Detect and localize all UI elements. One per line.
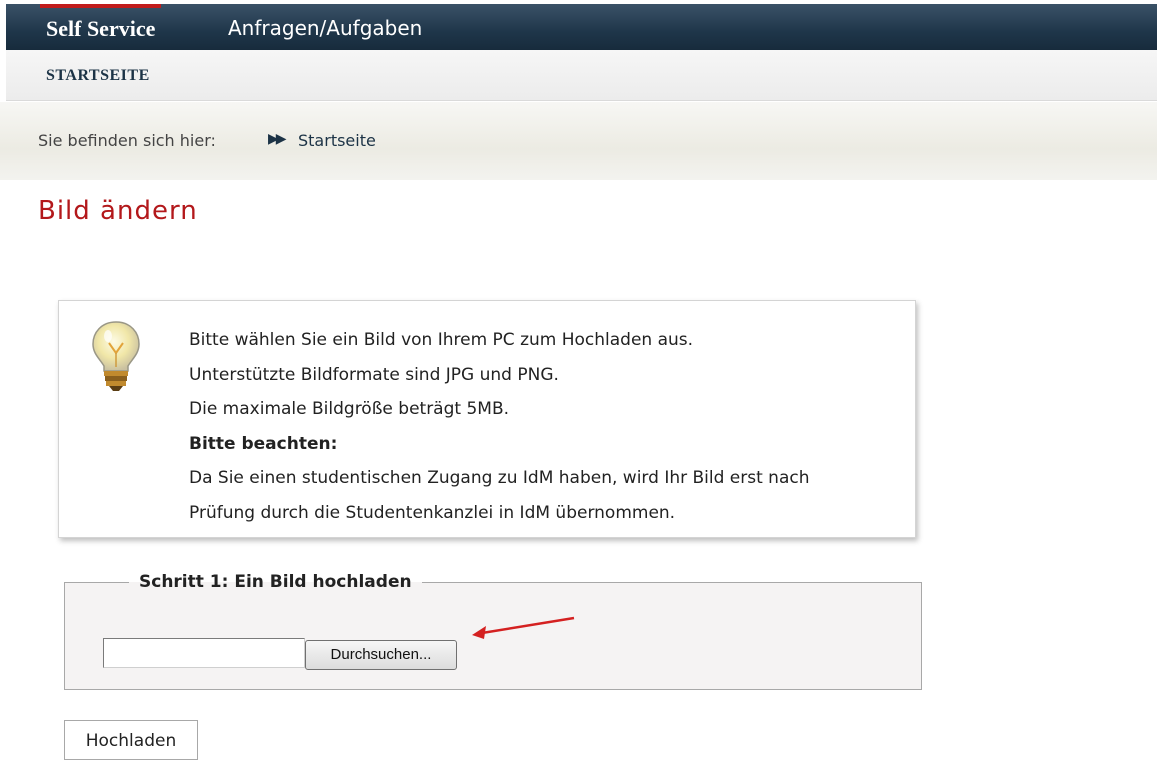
breadcrumb-prefix: Sie befinden sich hier: <box>38 131 216 150</box>
tab-self-service[interactable]: Self Service <box>40 4 162 54</box>
breadcrumb-item-startseite[interactable]: Startseite <box>298 131 376 150</box>
double-chevron-right-icon: ▶▶ <box>268 131 286 147</box>
top-navigation-bar: Self Service Anfragen/Aufgaben <box>6 4 1157 50</box>
annotation-arrow-icon <box>472 616 575 639</box>
upload-button[interactable]: Hochladen <box>64 720 198 760</box>
step-1-legend: Schritt 1: Ein Bild hochladen <box>139 572 412 592</box>
browse-button[interactable]: Durchsuchen... <box>305 640 457 670</box>
page-title: Bild ändern <box>38 196 198 226</box>
file-path-input[interactable] <box>103 638 305 668</box>
notice-line-1: Da Sie einen studentischen Zugang zu IdM… <box>189 468 810 488</box>
info-line-1: Bitte wählen Sie ein Bild von Ihrem PC z… <box>189 330 694 350</box>
notice-line-2: Prüfung durch die Studentenkanzlei in Id… <box>189 502 676 523</box>
subnav-item-startseite[interactable]: STARTSEITE <box>46 67 150 85</box>
info-box: Bitte wählen Sie ein Bild von Ihrem PC z… <box>58 300 916 538</box>
info-line-2: Unterstützte Bildformate sind JPG und PN… <box>189 364 559 385</box>
sub-navigation-bar: STARTSEITE <box>6 50 1157 101</box>
info-line-3: Die maximale Bildgröße beträgt 5MB. <box>189 399 510 419</box>
notice-heading: Bitte beachten: <box>189 433 338 454</box>
lightbulb-icon <box>92 321 140 391</box>
tab-anfragen-aufgaben[interactable]: Anfragen/Aufgaben <box>228 4 422 50</box>
